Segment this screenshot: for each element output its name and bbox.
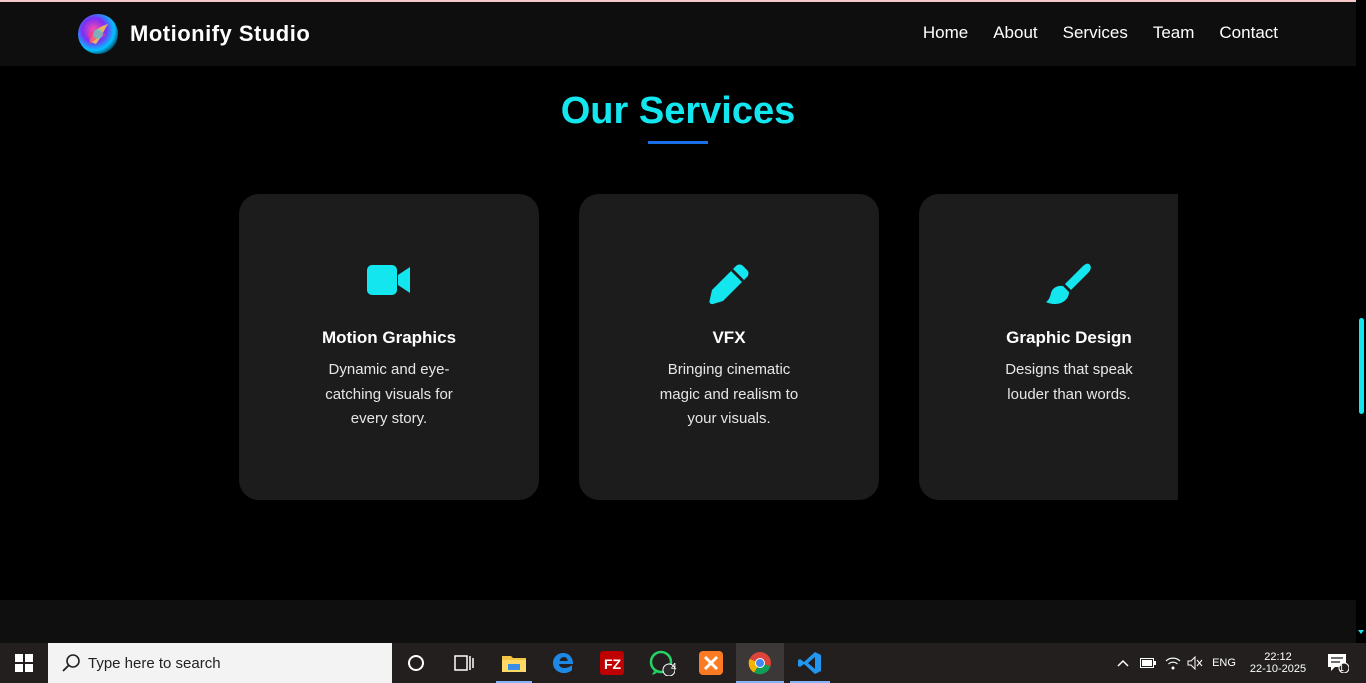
nav-link-about[interactable]: About <box>993 23 1037 43</box>
language-indicator[interactable]: ENG <box>1208 643 1240 683</box>
video-camera-icon <box>239 262 539 306</box>
folder-icon <box>502 656 526 672</box>
service-card-description: Dynamic and eye-catching visuals for eve… <box>325 361 453 427</box>
taskbar-search-box[interactable]: Type here to search <box>48 643 392 683</box>
scroll-down-arrow-icon[interactable] <box>1358 630 1364 634</box>
next-section-band <box>0 600 1356 643</box>
service-card-title: Graphic Design <box>1006 328 1132 347</box>
service-card-title: VFX <box>712 328 746 347</box>
search-placeholder: Type here to search <box>88 654 221 672</box>
start-button[interactable] <box>0 643 48 683</box>
navbar: Motionify Studio Home About Services Tea… <box>0 2 1356 66</box>
service-card-graphic-design[interactable]: Graphic Design Designs that speak louder… <box>919 194 1178 500</box>
cortana-circle-icon <box>408 655 424 671</box>
windows-taskbar: Type here to search FZ 4 ENG 22:12 22-10… <box>0 643 1366 683</box>
browser-viewport: Motionify Studio Home About Services Tea… <box>0 0 1356 643</box>
service-card-title: Motion Graphics <box>321 328 457 347</box>
heading-underline <box>648 141 708 144</box>
wifi-icon <box>1165 657 1181 670</box>
services-heading: Our Services <box>560 90 796 132</box>
brand-name[interactable]: Motionify Studio <box>130 21 310 47</box>
nav-link-services[interactable]: Services <box>1063 23 1128 43</box>
service-card-vfx[interactable]: VFX Bringing cinematic magic and realism… <box>579 194 879 500</box>
cortana-button[interactable] <box>392 643 440 683</box>
action-center-button[interactable]: 1 <box>1318 643 1358 683</box>
taskbar-app-file-explorer[interactable] <box>492 643 536 683</box>
nav-link-team[interactable]: Team <box>1153 23 1195 43</box>
taskbar-app-vscode[interactable] <box>788 643 832 683</box>
battery-icon <box>1140 658 1156 668</box>
chrome-icon <box>748 652 771 675</box>
paint-brush-icon <box>919 262 1178 306</box>
task-view-icon <box>454 655 474 671</box>
service-card-motion-graphics[interactable]: Motion Graphics Dynamic and eye-catching… <box>239 194 539 500</box>
taskbar-app-edge[interactable] <box>541 643 585 683</box>
chevron-up-icon <box>1117 659 1129 667</box>
volume-muted-icon <box>1187 656 1203 670</box>
nav-link-contact[interactable]: Contact <box>1219 23 1278 43</box>
service-card-description: Bringing cinematic magic and realism to … <box>659 361 799 427</box>
scrollbar-thumb[interactable] <box>1359 318 1364 414</box>
pen-icon <box>579 262 879 306</box>
network-status[interactable] <box>1162 643 1184 683</box>
vscode-icon <box>798 652 821 674</box>
notification-count: 1 <box>1339 663 1345 673</box>
taskbar-app-filezilla[interactable]: FZ <box>590 643 634 683</box>
battery-status[interactable] <box>1137 643 1159 683</box>
nav-link-home[interactable]: Home <box>923 23 968 43</box>
xampp-icon <box>699 651 723 675</box>
services-carousel[interactable]: Motion Graphics Dynamic and eye-catching… <box>178 194 1178 500</box>
language-label: ENG <box>1212 657 1236 669</box>
filezilla-icon: FZ <box>600 651 624 675</box>
clock-time: 22:12 <box>1264 651 1292 663</box>
show-hidden-icons-button[interactable] <box>1114 643 1132 683</box>
taskbar-app-chrome[interactable] <box>736 643 784 683</box>
nav-menu: Home About Services Team Contact <box>923 23 1278 43</box>
task-view-button[interactable] <box>440 643 488 683</box>
page-scrollbar[interactable] <box>1356 0 1366 643</box>
whatsapp-badge: 4 <box>671 662 677 673</box>
notification-icon <box>1328 654 1349 673</box>
windows-logo-icon <box>15 654 33 672</box>
volume-control[interactable] <box>1184 643 1206 683</box>
service-card-description: Designs that speak louder than words. <box>1005 361 1133 403</box>
search-icon <box>62 654 80 672</box>
taskbar-app-xampp[interactable] <box>689 643 733 683</box>
taskbar-app-whatsapp[interactable]: 4 <box>640 643 684 683</box>
svg-text:FZ: FZ <box>604 656 622 672</box>
edge-browser-icon <box>553 653 573 673</box>
clock-date: 22-10-2025 <box>1249 663 1307 675</box>
taskbar-clock[interactable]: 22:12 22-10-2025 <box>1244 643 1312 683</box>
studio-logo[interactable] <box>78 14 118 54</box>
